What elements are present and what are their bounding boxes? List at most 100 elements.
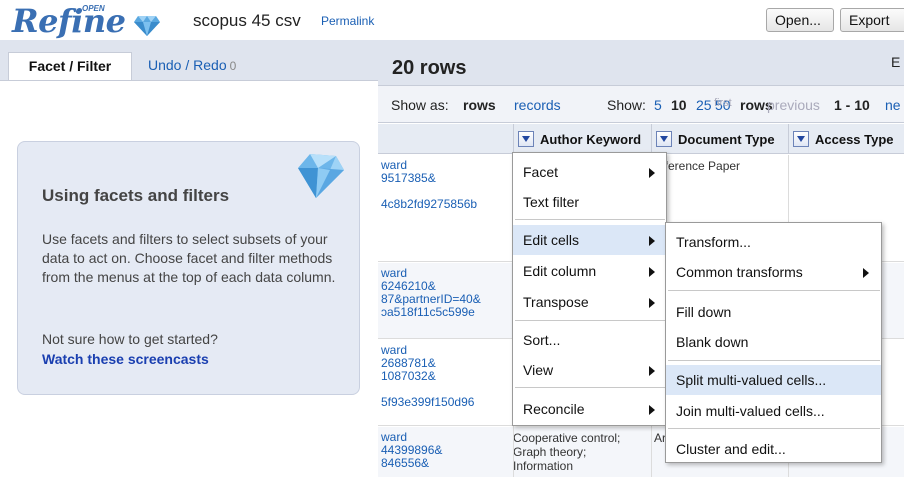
screencasts-link[interactable]: Watch these screencasts [42, 351, 209, 367]
menu-item-label: Text filter [523, 194, 580, 210]
column-menu: Facet Text filter Edit cells Edit column… [512, 152, 667, 426]
menu-separator [668, 428, 880, 429]
show-as-rows[interactable]: rows [463, 97, 496, 113]
view-controls-bar: Show as: rows records Show: 5 10 25 50 f… [378, 85, 904, 123]
cell-line: Cooperative control; [513, 431, 621, 445]
open-button[interactable]: Open... [766, 8, 834, 32]
permalink-link[interactable]: Permalink [321, 14, 374, 28]
diamond-icon [298, 154, 344, 198]
menu-item-label: Edit column [523, 263, 597, 279]
menu-separator [668, 360, 880, 361]
menu-item-label: Fill down [676, 304, 732, 320]
menu-item-label: Sort... [523, 332, 561, 348]
menu-separator [515, 320, 665, 321]
menu-item-label: Blank down [676, 334, 749, 350]
menu-item-label: Join multi-valued cells... [676, 403, 825, 419]
help-text: Use facets and filters to select subsets… [42, 231, 336, 285]
page-size-25[interactable]: 25 [696, 97, 712, 113]
menu-item-label: Edit cells [523, 232, 580, 248]
menu-item-cluster-and-edit[interactable]: Cluster and edit... [666, 434, 881, 464]
menu-item-reconcile[interactable]: Reconcile [513, 394, 666, 424]
link-cell[interactable]: ward 44399896& 846556& [381, 431, 442, 470]
author-keyword-cell[interactable]: Cooperative control; Graph theory; Infor… [513, 431, 620, 473]
export-button[interactable]: Export [840, 8, 904, 32]
menu-item-label: View [523, 362, 554, 378]
cell-line: 846556& [381, 456, 430, 470]
menu-item-blank-down[interactable]: Blank down [666, 327, 881, 357]
facet-panel: Using facets and filters Use facets and … [0, 80, 378, 477]
submenu-arrow-icon [649, 168, 655, 178]
tab-undo-label: Undo / Redo [148, 57, 227, 73]
submenu-arrow-icon [649, 267, 655, 277]
document-type-cell[interactable]: nference Paper [658, 159, 740, 173]
submenu-arrow-icon [649, 236, 655, 246]
facets-help-box: Using facets and filters Use facets and … [17, 141, 360, 395]
submenu-arrow-icon [649, 366, 655, 376]
menu-item-facet[interactable]: Facet [513, 157, 666, 187]
menu-item-join-multi-valued-cells[interactable]: Join multi-valued cells... [666, 396, 881, 426]
menu-item-split-multi-valued-cells[interactable]: Split multi-valued cells... [666, 365, 881, 395]
menu-item-transpose[interactable]: Transpose [513, 287, 666, 317]
column-label: Author Keyword [540, 132, 642, 147]
cell-line: Graph theory; [513, 445, 587, 459]
submenu-arrow-icon [863, 268, 869, 278]
column-header-document-type[interactable]: Document Type [651, 124, 788, 154]
menu-item-common-transforms[interactable]: Common transforms [666, 257, 881, 287]
menu-item-label: Facet [523, 164, 559, 180]
menu-item-label: Transform... [676, 234, 751, 250]
submenu-arrow-icon [649, 405, 655, 415]
column-header-row: Author Keyword Document Type Access Type [378, 124, 904, 154]
link-cell[interactable]: ward 9517385& 4c8b2fd9275856b [381, 159, 477, 211]
menu-separator [668, 290, 880, 291]
column-label: Document Type [678, 132, 775, 147]
menu-item-text-filter[interactable]: Text filter [513, 187, 666, 217]
column-header-author-keyword[interactable]: Author Keyword [513, 124, 651, 154]
menu-item-edit-cells[interactable]: Edit cells [513, 225, 666, 255]
logo-text: Refine [12, 2, 126, 40]
column-dropdown-icon[interactable] [656, 131, 672, 147]
menu-item-view[interactable]: View [513, 355, 666, 385]
column-header-access-type[interactable]: Access Type [788, 124, 904, 154]
show-as-label: Show as: [391, 97, 449, 113]
column-label: Access Type [815, 132, 894, 147]
submenu-arrow-icon [649, 298, 655, 308]
project-title[interactable]: scopus 45 csv [193, 11, 301, 31]
cell-line: 5f93e399f150d96 [381, 395, 475, 409]
extensions-truncated[interactable]: E [891, 54, 900, 70]
help-title: Using facets and filters [42, 186, 230, 205]
tab-undo-redo[interactable]: Undo / Redo 0 [148, 52, 236, 80]
cell-line: Information [513, 459, 574, 473]
show-as-records[interactable]: records [514, 97, 561, 113]
page-size-10[interactable]: 10 [671, 97, 687, 113]
tab-facet-filter[interactable]: Facet / Filter [8, 52, 132, 80]
menu-item-sort[interactable]: Sort... [513, 325, 666, 355]
first-link-overlap[interactable]: first [714, 97, 732, 109]
menu-item-label: Reconcile [523, 401, 585, 417]
menu-separator [515, 387, 665, 388]
menu-separator [515, 219, 665, 220]
menu-item-transform[interactable]: Transform... [666, 227, 881, 257]
logo-superscript: OPEN [82, 4, 105, 13]
edit-cells-submenu: Transform... Common transforms Fill down… [665, 222, 882, 463]
column-dropdown-icon[interactable] [793, 131, 809, 147]
column-dropdown-icon[interactable] [518, 131, 534, 147]
menu-item-edit-column[interactable]: Edit column [513, 256, 666, 286]
left-panel: Facet / Filter Undo / Redo 0 Using facets… [0, 40, 378, 477]
previous-link[interactable]: previous [767, 97, 820, 113]
menu-item-label: Common transforms [676, 264, 803, 280]
cell-line: ɔa518f11c5c599e [381, 305, 475, 319]
link-cell[interactable]: ward 2688781& 1087032& 5f93e399f150d96 [381, 344, 474, 409]
page-size-5[interactable]: 5 [654, 97, 662, 113]
help-question: Not sure how to get started? [42, 331, 218, 347]
menu-item-label: Cluster and edit... [676, 441, 786, 457]
rows-count: 20 rows [392, 57, 467, 79]
cell-line: 4c8b2fd9275856b [381, 197, 478, 211]
menu-item-label: Transpose [523, 294, 589, 310]
next-link[interactable]: ne [885, 97, 901, 113]
left-tabs: Facet / Filter Undo / Redo 0 [0, 40, 378, 80]
menu-item-fill-down[interactable]: Fill down [666, 297, 881, 327]
undo-count: 0 [229, 59, 237, 73]
diamond-icon [134, 16, 160, 36]
link-cell[interactable]: ward 6246210& 87&partnerID=40& ɔa518f11c… [381, 267, 481, 319]
cell-line: 9517385& [381, 171, 436, 185]
